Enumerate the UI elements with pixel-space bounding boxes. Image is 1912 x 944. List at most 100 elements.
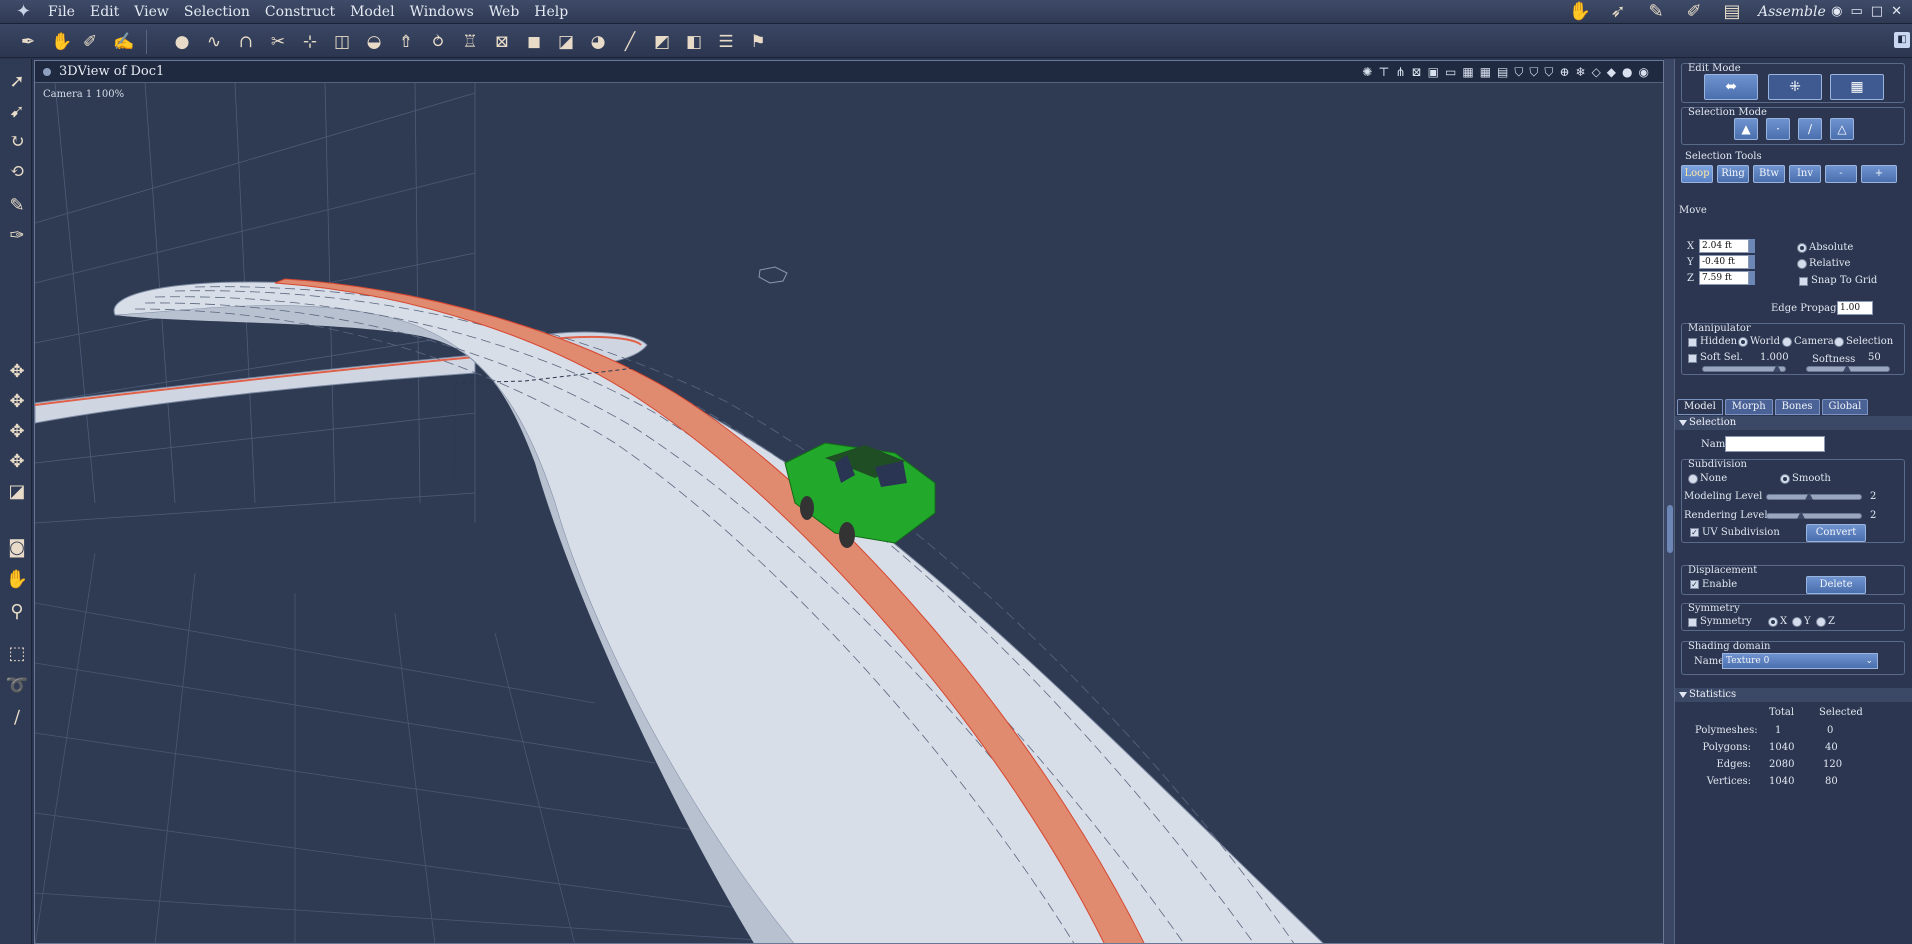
single-view-icon[interactable]: ▣	[1428, 65, 1439, 79]
world-radio[interactable]	[1738, 337, 1748, 347]
eyedropper-icon[interactable]: ✑	[4, 223, 30, 249]
convert-button[interactable]: Convert	[1806, 524, 1866, 542]
select-polygon-mode-icon[interactable]: ▲	[1734, 118, 1758, 140]
bend-tool-icon[interactable]: ◕	[586, 30, 610, 54]
rendering-level-slider[interactable]	[1766, 511, 1862, 519]
displacement-delete-button[interactable]: Delete	[1806, 576, 1866, 594]
cross-view-icon[interactable]: ⊠	[1412, 65, 1422, 79]
dock-toggle-icon[interactable]: ◧	[1894, 32, 1910, 48]
menu-selection[interactable]: Selection	[184, 0, 259, 24]
cross-tool-icon[interactable]: ⊠	[490, 30, 514, 54]
menu-edit[interactable]: Edit	[90, 0, 128, 24]
statistics-section-header[interactable]: Statistics	[1675, 688, 1912, 702]
layers-tool-icon[interactable]: ☰	[714, 30, 738, 54]
texture-room-icon[interactable]: ✐	[1680, 1, 1708, 23]
select-arrow-icon[interactable]: ➚	[4, 69, 30, 95]
x-spinner[interactable]	[1749, 239, 1755, 253]
magnet-tool-icon[interactable]: ∩	[234, 30, 258, 54]
network-icon[interactable]: ⋔	[1396, 65, 1406, 79]
shield-sel-icon[interactable]: ⛉	[1544, 65, 1553, 80]
z-spinner[interactable]	[1749, 271, 1755, 285]
selection-section-header[interactable]: Selection	[1675, 416, 1912, 430]
extrude-tool-icon[interactable]: ⇮	[394, 30, 418, 54]
y-field[interactable]: -0.40 ft	[1699, 255, 1749, 269]
knife-tool-icon[interactable]: ✂	[266, 30, 290, 54]
move-arrow-icon[interactable]: ➹	[4, 99, 30, 125]
tab-morph[interactable]: Morph	[1724, 399, 1773, 415]
loop-button[interactable]: Loop	[1681, 165, 1713, 183]
zoom-icon[interactable]: ⚲	[4, 599, 30, 625]
between-button[interactable]: Btw	[1753, 165, 1785, 183]
selection-radio[interactable]	[1834, 337, 1844, 347]
move-yz-icon[interactable]: ✥	[4, 449, 30, 475]
hand-room-icon[interactable]: ✋	[1566, 1, 1594, 23]
subdivision-none-radio[interactable]	[1688, 474, 1698, 484]
pan-hand-icon[interactable]: ✋	[4, 567, 30, 593]
light-icon[interactable]: ✺	[1362, 65, 1372, 79]
ring-button[interactable]: Ring	[1717, 165, 1749, 183]
soft-selection-checkbox[interactable]	[1688, 354, 1697, 363]
panel-scroll-handle[interactable]	[1667, 505, 1673, 553]
move-xz-icon[interactable]: ✥	[4, 389, 30, 415]
symmetry-y-radio[interactable]	[1792, 617, 1802, 627]
four-view-icon[interactable]: ▦	[1480, 65, 1491, 79]
cube-solid-icon[interactable]: ◆	[1607, 65, 1616, 79]
shield-alt-icon[interactable]: ⛉	[1529, 65, 1538, 80]
marquee-select-icon[interactable]: ⬚	[4, 641, 30, 667]
sphere-tool-icon[interactable]: ●	[170, 30, 194, 54]
lasso-icon[interactable]: ➰	[4, 673, 30, 699]
absolute-radio[interactable]	[1797, 243, 1807, 253]
move-xy-icon[interactable]: ✥	[4, 419, 30, 445]
symmetry-checkbox[interactable]	[1688, 618, 1697, 627]
menu-help[interactable]: Help	[534, 0, 577, 24]
z-field[interactable]: 7.59 ft	[1699, 271, 1749, 285]
x-field[interactable]: 2.04 ft	[1699, 239, 1749, 253]
modeling-level-slider[interactable]	[1766, 492, 1862, 500]
render-room-icon[interactable]: ▤	[1718, 1, 1746, 23]
cube-view-icon[interactable]: ◇	[1592, 65, 1601, 79]
twist-tool-icon[interactable]: ◧	[682, 30, 706, 54]
pencil-icon[interactable]: ✎	[4, 193, 30, 219]
storyboard-room-icon[interactable]: ✎	[1642, 1, 1670, 23]
edit-mode-polygon-button[interactable]: ⬌	[1704, 74, 1758, 100]
brush-tool-icon[interactable]: ✐	[78, 30, 102, 54]
hierarchy-icon[interactable]: ⊤	[1378, 65, 1389, 79]
edit-mode-patch-button[interactable]: ▦	[1830, 74, 1884, 100]
shield-icon[interactable]: ⛉	[1514, 65, 1523, 80]
menu-model[interactable]: Model	[350, 0, 404, 24]
menu-view[interactable]: View	[134, 0, 178, 24]
close-icon[interactable]: ✕	[1891, 0, 1902, 24]
menu-file[interactable]: File	[48, 0, 84, 24]
soft-selection-slider[interactable]	[1702, 364, 1786, 372]
point-tool-icon[interactable]: ⊹	[298, 30, 322, 54]
3d-viewport[interactable]: 3DView of Doc1 ✺ ⊤ ⋔ ⊠ ▣ ▭ ▦ ▦ ▤ ⛉ ⛉ ⛉ ⊕…	[34, 60, 1664, 944]
symmetry-x-radio[interactable]	[1768, 617, 1778, 627]
sculpt-tool-icon[interactable]: ✍	[112, 30, 136, 54]
menu-construct[interactable]: Construct	[265, 0, 344, 24]
softness-slider[interactable]	[1806, 364, 1890, 372]
y-spinner[interactable]	[1749, 255, 1755, 269]
pen-tool-icon[interactable]: ✒	[16, 30, 40, 54]
flag-tool-icon[interactable]: ⚑	[746, 30, 770, 54]
select-edge-mode-icon[interactable]: ∕	[1798, 118, 1822, 140]
box-tool-icon[interactable]: ◫	[330, 30, 354, 54]
compass-icon[interactable]: ⊕	[1559, 65, 1569, 79]
panel-scrollbar[interactable]	[1664, 59, 1674, 944]
shading-domain-select[interactable]: Texture 0 ⌄	[1722, 653, 1878, 669]
line-tool-icon[interactable]: ╱	[618, 30, 642, 54]
twist-icon[interactable]: ⟲	[4, 159, 30, 185]
camera-radio[interactable]	[1782, 337, 1792, 347]
grow-selection-button[interactable]: +	[1861, 165, 1897, 183]
three-view-icon[interactable]: ▦	[1462, 65, 1473, 79]
warp-tool-icon[interactable]: ◩	[650, 30, 674, 54]
scale-icon[interactable]: ◪	[4, 479, 30, 505]
maximize-icon[interactable]: □	[1871, 0, 1883, 24]
subdivision-smooth-radio[interactable]	[1780, 474, 1790, 484]
menu-web[interactable]: Web	[489, 0, 529, 24]
move-xyz-icon[interactable]: ✥	[4, 359, 30, 385]
edit-mode-spline-button[interactable]: ⁜	[1768, 74, 1822, 100]
sphere-render-icon[interactable]: ◉	[1639, 65, 1649, 79]
select-point-mode-icon[interactable]: ·	[1766, 118, 1790, 140]
eye-icon[interactable]: ◉	[1831, 0, 1842, 24]
dome-tool-icon[interactable]: ◒	[362, 30, 386, 54]
